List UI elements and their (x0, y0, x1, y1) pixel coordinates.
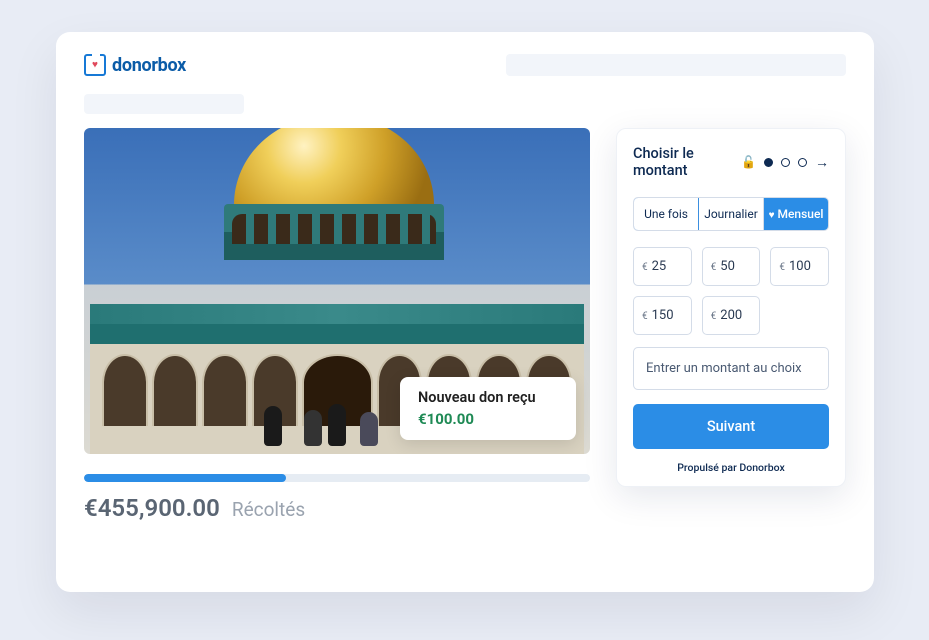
raised-amount: €455,900.00 (84, 494, 220, 522)
heart-icon: ♥ (769, 210, 775, 221)
powered-by[interactable]: Propulsé par Donorbox (633, 461, 829, 474)
lock-icon: 🔓 (741, 155, 756, 169)
frequency-toggle: Une fois Journalier ♥Mensuel (633, 197, 829, 231)
brand-logo[interactable]: donorbox (84, 54, 186, 76)
raised-row: €455,900.00 Récoltés (84, 494, 590, 522)
campaign-column: Nouveau don reçu €100.00 €455,900.00 Réc… (84, 128, 590, 522)
donation-widget: Choisir le montant 🔓 → Une fois Journali… (616, 128, 846, 487)
top-nav-placeholder (506, 54, 846, 76)
donorbox-logo-icon (84, 54, 106, 76)
step-dot-2[interactable] (781, 158, 790, 167)
brand-name: donorbox (112, 55, 186, 76)
amount-option-150[interactable]: €150 (633, 296, 692, 335)
drum-illustration (224, 204, 444, 260)
frequency-monthly-label: Mensuel (778, 207, 824, 221)
people-illustration (264, 402, 404, 446)
raised-label: Récoltés (232, 498, 305, 521)
frequency-once[interactable]: Une fois (633, 197, 699, 231)
amount-option-200[interactable]: €200 (702, 296, 761, 335)
amount-option-100[interactable]: €100 (770, 247, 829, 286)
next-button[interactable]: Suivant (633, 404, 829, 449)
step-dot-1[interactable] (764, 158, 773, 167)
toast-amount: €100.00 (418, 410, 554, 428)
amount-option-25[interactable]: €25 (633, 247, 692, 286)
widget-title: Choisir le montant (633, 145, 741, 179)
progress-fill (84, 474, 286, 482)
arrow-right-icon[interactable]: → (815, 154, 829, 171)
page-title-placeholder (84, 94, 244, 114)
widget-header: Choisir le montant 🔓 → (633, 145, 829, 179)
frequency-daily[interactable]: Journalier (699, 198, 764, 230)
custom-amount-input[interactable] (633, 347, 829, 390)
new-donation-toast: Nouveau don reçu €100.00 (400, 377, 576, 440)
progress-bar (84, 474, 590, 482)
campaign-hero-image: Nouveau don reçu €100.00 (84, 128, 590, 454)
dome-illustration (234, 128, 434, 216)
amount-grid: €25 €50 €100 €150 €200 (633, 247, 829, 335)
frequency-monthly[interactable]: ♥Mensuel (764, 198, 828, 230)
topbar: donorbox (84, 54, 846, 76)
step-indicator: 🔓 → (741, 154, 829, 171)
app-card: donorbox (56, 32, 874, 592)
step-dot-3[interactable] (798, 158, 807, 167)
amount-option-50[interactable]: €50 (702, 247, 761, 286)
toast-title: Nouveau don reçu (418, 389, 554, 406)
content-row: Nouveau don reçu €100.00 €455,900.00 Réc… (84, 128, 846, 522)
